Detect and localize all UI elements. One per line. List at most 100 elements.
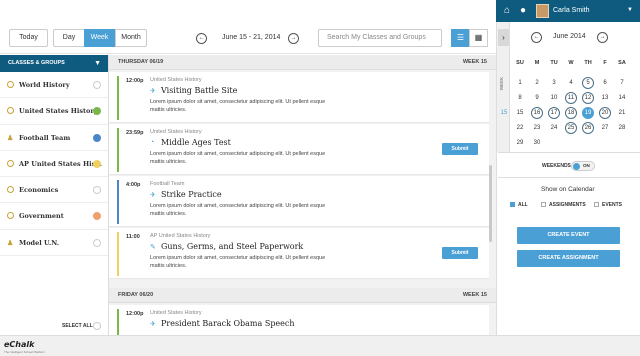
calendar-day[interactable]: 13 — [599, 92, 611, 104]
class-color-toggle[interactable] — [93, 212, 101, 221]
event-time: 11:00 — [126, 234, 140, 240]
event-item[interactable]: 12:00p United States History ✈ Visiting Bat… — [109, 72, 489, 123]
calendar-day[interactable]: 29 — [514, 137, 526, 149]
event-title[interactable]: Middle Ages Test — [161, 138, 231, 147]
collapse-panel-icon[interactable]: › — [498, 29, 509, 46]
submit-button[interactable]: Submit — [442, 143, 478, 155]
calendar-day[interactable]: 16 — [531, 107, 543, 119]
event-time: 4:00p — [126, 182, 141, 188]
class-color-toggle[interactable] — [93, 238, 101, 247]
day-view-button[interactable]: Day — [53, 29, 84, 47]
calendar-day[interactable]: 26 — [582, 122, 594, 134]
search-input[interactable]: Search My Classes and Groups — [318, 29, 442, 47]
event-title[interactable]: Visiting Battle Site — [161, 86, 237, 95]
week-view-button[interactable]: Week — [84, 29, 115, 47]
chevron-down-icon[interactable]: ▼ — [94, 55, 101, 72]
class-color-toggle[interactable] — [93, 159, 101, 168]
class-name: AP United States His... — [19, 159, 103, 168]
sidebar-class-item[interactable]: Economics — [0, 177, 108, 204]
week-label: WEEK 15 — [462, 292, 487, 298]
list-view-icon[interactable]: ☰ — [451, 29, 470, 47]
calendar-day[interactable]: 9 — [531, 92, 543, 104]
calendar-day[interactable]: 24 — [548, 122, 560, 134]
calendar-day[interactable]: 11 — [565, 92, 577, 104]
sidebar-class-item[interactable]: Government — [0, 203, 108, 230]
calendar-day[interactable]: 4 — [565, 77, 577, 89]
class-color-toggle[interactable] — [93, 107, 101, 116]
day-label: FRIDAY 06/20 — [118, 292, 154, 298]
calendar-day[interactable]: 7 — [616, 77, 628, 89]
calendar-day[interactable]: 22 — [514, 122, 526, 134]
calendar-day[interactable]: 14 — [616, 92, 628, 104]
create-assignment-button[interactable]: CREATE ASSIGNMENT — [517, 250, 620, 267]
calendar-day[interactable]: 17 — [548, 107, 560, 119]
bell-icon[interactable]: ● — [517, 5, 529, 17]
weekends-toggle[interactable]: ON — [571, 161, 595, 171]
calendar-day[interactable]: 6 — [599, 77, 611, 89]
sidebar-class-item[interactable]: AP United States His... — [0, 151, 108, 178]
calendar-day[interactable]: 18 — [565, 107, 577, 119]
calendar-day[interactable]: 27 — [599, 122, 611, 134]
class-color-toggle[interactable] — [93, 186, 101, 195]
filter-option[interactable]: ASSIGNMENTS — [541, 202, 586, 208]
calendar-day[interactable]: 2 — [531, 77, 543, 89]
event-title[interactable]: Guns, Germs, and Steel Paperwork — [161, 242, 303, 251]
event-item[interactable]: 23:59p United States History ◔ Middle Ages … — [109, 124, 489, 175]
avatar[interactable] — [536, 4, 549, 18]
prev-month-button[interactable]: ← — [531, 32, 542, 43]
calendar-day[interactable]: 23 — [531, 122, 543, 134]
next-week-button[interactable]: → — [288, 33, 299, 44]
event-item[interactable]: 4:00p Football Team ✈ Strike Practice Lorem … — [109, 176, 489, 227]
calendar-day[interactable]: 5 — [582, 77, 594, 89]
select-all-label[interactable]: SELECT ALL — [62, 323, 93, 329]
class-color-toggle[interactable] — [93, 81, 101, 89]
sidebar-class-item[interactable]: ♟ Football Team — [0, 125, 108, 151]
prev-week-button[interactable]: ← — [196, 33, 207, 44]
filter-checkbox[interactable] — [541, 202, 546, 208]
calendar-day[interactable]: 21 — [616, 107, 628, 119]
event-title[interactable]: Strike Practice — [161, 190, 222, 199]
select-all-toggle[interactable] — [93, 322, 101, 330]
next-month-button[interactable]: → — [597, 32, 608, 43]
calendar-day[interactable]: 30 — [531, 137, 543, 149]
event-item[interactable]: 11:00 AP United States History ✎ Guns, Germ… — [109, 228, 489, 279]
calendar-day[interactable]: 20 — [599, 107, 611, 119]
echalk-logo[interactable]: eChalk — [4, 340, 34, 349]
calendar-day[interactable]: 12 — [582, 92, 594, 104]
chevron-down-icon[interactable]: ▼ — [627, 7, 633, 13]
calendar-day[interactable]: 3 — [548, 77, 560, 89]
submit-button[interactable]: Submit — [442, 247, 478, 259]
home-icon[interactable]: ⌂ — [501, 5, 513, 17]
calendar-day[interactable]: 28 — [616, 122, 628, 134]
sidebar-class-item[interactable]: United States History — [0, 98, 108, 125]
class-color-toggle[interactable] — [93, 133, 101, 142]
sidebar-class-item[interactable]: ♟ Model U.N. — [0, 230, 108, 257]
filter-checkbox[interactable] — [594, 202, 599, 208]
top-bar: ⌂ ● Carla Smith ▼ — [0, 0, 640, 22]
calendar-day[interactable]: 25 — [565, 122, 577, 134]
event-title[interactable]: President Barack Obama Speech — [161, 319, 295, 328]
agenda-scrollbar[interactable] — [489, 165, 492, 242]
filter-option[interactable]: EVENTS — [594, 202, 622, 208]
filter-option[interactable]: ALL — [510, 202, 528, 208]
calendar-day[interactable]: 15 — [514, 107, 526, 119]
calendar-day[interactable]: 10 — [548, 92, 560, 104]
calendar-day[interactable]: 1 — [514, 77, 526, 89]
calendar-day[interactable]: 8 — [514, 92, 526, 104]
class-icon — [7, 81, 14, 88]
create-event-button[interactable]: CREATE EVENT — [517, 227, 620, 244]
event-color-bar — [117, 180, 119, 224]
footer: eChalk The Intelligent School Platform — [0, 335, 640, 356]
today-button[interactable]: Today — [9, 29, 48, 47]
filter-label: ASSIGNMENTS — [549, 202, 586, 208]
sidebar-header[interactable]: CLASSES & GROUPS ▼ — [0, 55, 108, 72]
filter-checkbox[interactable] — [510, 202, 515, 208]
sidebar-class-item[interactable]: World History — [0, 72, 108, 99]
calendar-icon: ✈ — [150, 192, 156, 199]
user-name[interactable]: Carla Smith — [553, 7, 590, 14]
month-view-button[interactable]: Month — [115, 29, 147, 47]
event-time: 23:59p — [126, 130, 144, 136]
calendar-day[interactable]: 19 — [582, 107, 594, 119]
calendar-view-icon[interactable]: ▦ — [469, 29, 488, 47]
event-item[interactable]: 12:00p United States History ✈ President Ba… — [109, 305, 489, 335]
